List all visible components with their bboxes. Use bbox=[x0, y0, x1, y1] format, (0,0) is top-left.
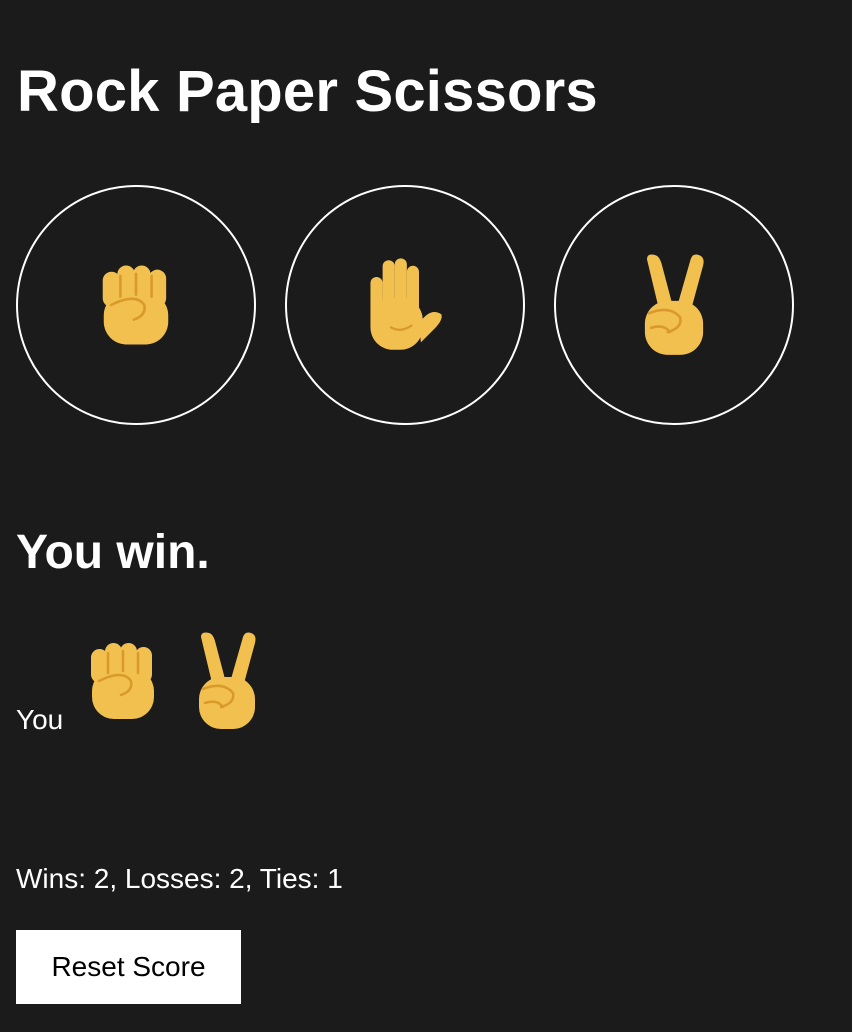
player-move bbox=[83, 629, 163, 738]
computer-move bbox=[187, 629, 267, 738]
scissors-button[interactable] bbox=[554, 185, 794, 425]
reset-score-button[interactable]: Reset Score bbox=[16, 930, 241, 1004]
choice-buttons bbox=[16, 185, 794, 425]
raised-hand-icon bbox=[370, 258, 442, 350]
victory-hand-icon bbox=[199, 632, 256, 729]
victory-hand-icon bbox=[644, 254, 704, 355]
paper-button[interactable] bbox=[285, 185, 525, 425]
score-text: Wins: 2, Losses: 2, Ties: 1 bbox=[16, 863, 343, 894]
raised-fist-icon bbox=[102, 265, 169, 345]
raised-fist-icon bbox=[91, 643, 155, 719]
page-title: Rock Paper Scissors bbox=[17, 59, 598, 124]
rock-button[interactable] bbox=[16, 185, 256, 425]
moves-row: You bbox=[16, 628, 291, 738]
moves-label: You bbox=[16, 704, 64, 735]
result-text: You win. bbox=[16, 526, 210, 579]
